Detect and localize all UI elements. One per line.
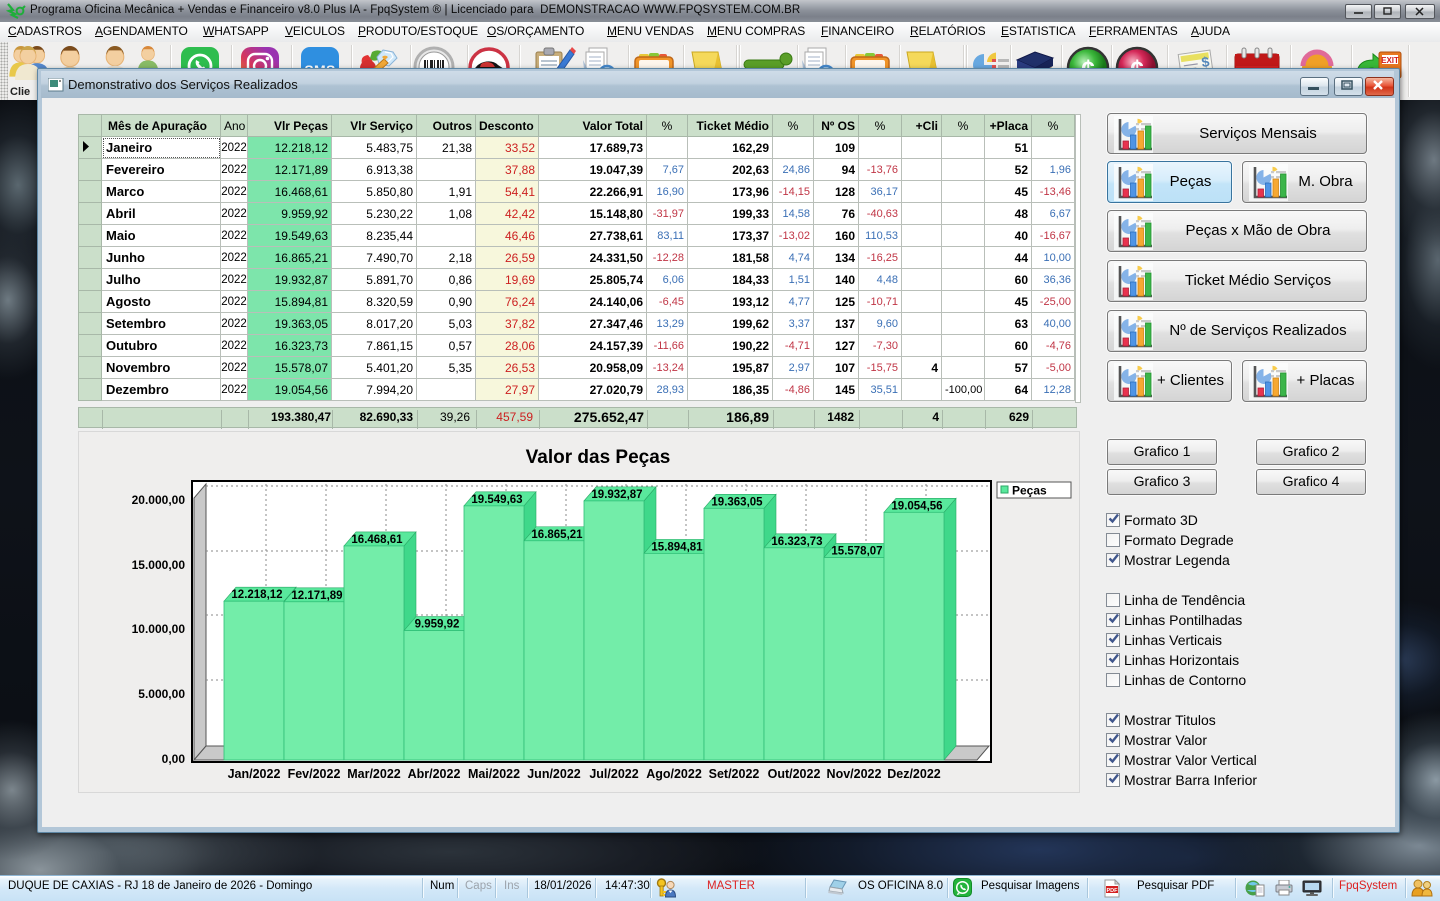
svg-text:15.000,00: 15.000,00 [132, 558, 186, 572]
svg-text:EXIT: EXIT [1381, 56, 1399, 65]
svg-text:15.578,07: 15.578,07 [831, 545, 882, 557]
svg-text:PDF: PDF [1107, 888, 1119, 894]
svg-text:Mar/2022: Mar/2022 [347, 767, 401, 781]
svg-text:12.171,89: 12.171,89 [291, 590, 342, 602]
svg-text:Ago/2022: Ago/2022 [646, 767, 702, 781]
svg-text:15.894,81: 15.894,81 [651, 541, 703, 553]
svg-text:Set/2022: Set/2022 [709, 767, 760, 781]
svg-text:0,00: 0,00 [162, 752, 186, 766]
svg-text:9.959,92: 9.959,92 [415, 619, 460, 631]
svg-text:16.468,61: 16.468,61 [351, 534, 403, 546]
svg-text:Jun/2022: Jun/2022 [527, 767, 581, 781]
svg-text:20.000,00: 20.000,00 [132, 493, 186, 507]
svg-text:16.865,21: 16.865,21 [531, 529, 583, 541]
svg-text:Jul/2022: Jul/2022 [589, 767, 638, 781]
svg-text:Valor das Peças: Valor das Peças [526, 447, 671, 468]
svg-text:5.000,00: 5.000,00 [138, 687, 185, 701]
svg-text:Out/2022: Out/2022 [768, 767, 821, 781]
svg-text:Peças: Peças [1012, 484, 1047, 498]
svg-text:Nov/2022: Nov/2022 [827, 767, 882, 781]
svg-text:Abr/2022: Abr/2022 [408, 767, 461, 781]
svg-text:19.363,05: 19.363,05 [711, 496, 763, 508]
svg-text:16.323,73: 16.323,73 [771, 536, 822, 548]
svg-text:19.549,63: 19.549,63 [471, 494, 522, 506]
svg-text:12.218,12: 12.218,12 [231, 589, 282, 601]
svg-text:19.932,87: 19.932,87 [591, 489, 642, 501]
svg-text:19.054,56: 19.054,56 [891, 500, 942, 512]
svg-text:Dez/2022: Dez/2022 [887, 767, 941, 781]
svg-text:10.000,00: 10.000,00 [132, 622, 186, 636]
svg-text:Jan/2022: Jan/2022 [228, 767, 281, 781]
svg-text:Fev/2022: Fev/2022 [288, 767, 341, 781]
svg-text:Mai/2022: Mai/2022 [468, 767, 520, 781]
